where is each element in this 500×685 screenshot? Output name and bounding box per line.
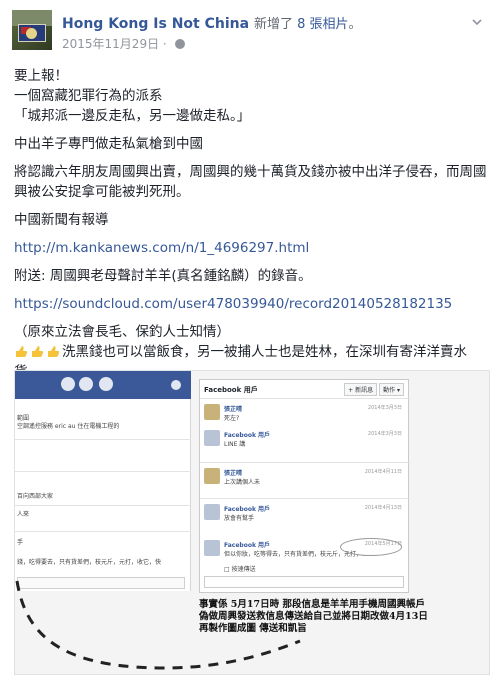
date-separator: ·: [162, 37, 167, 51]
left-row: 百向西部大家: [17, 493, 54, 500]
avatar: [204, 404, 220, 420]
avatar: [204, 468, 220, 484]
news-link[interactable]: http://m.kankanews.com/n/1_4696297.html: [14, 238, 488, 258]
page-avatar[interactable]: [12, 10, 52, 50]
chat-message: Facebook 用戶 放會有幫手 2014年4月13日: [204, 504, 404, 524]
dashed-arrow: [15, 580, 301, 670]
text-line: 「城邦派一邊反走私，另一邊做走私。」: [14, 108, 251, 124]
left-row: 手: [17, 539, 24, 546]
text-line: 一個窩藏犯罪行為的派系: [14, 88, 163, 104]
chevron-down-icon[interactable]: [470, 14, 484, 28]
globe-icon: [99, 377, 113, 391]
text-line: 中出羊子專門做走私氣槍到中國: [14, 136, 203, 152]
text-paragraph: 將認識六年朋友周國興出賣，周國興的幾十萬貨及錢亦被中出洋子侵吞，而周國興被公安捉…: [14, 164, 487, 200]
fb-topbar: [15, 371, 191, 399]
post-header: Hong Kong Is Not China 新增了 8 張相片。 2015年1…: [12, 10, 488, 52]
post-meta: 2015年11月29日 ·: [62, 35, 185, 52]
text-line: 附送: 周國興老母聲討羊羊(真名鍾銘麟）的錄音。: [14, 268, 312, 284]
thumbs-up-icon: [30, 344, 44, 358]
friends-icon: [61, 377, 75, 391]
avatar: [204, 430, 220, 446]
thumbs-up-icon: [14, 344, 28, 358]
chat-buttons: + 新訊息 動作 ▾: [342, 383, 404, 396]
photo-count-link[interactable]: 8 張相片: [297, 17, 348, 32]
chat-message: 張芷晴 死左? 2014年3月3日: [204, 404, 404, 424]
screenshot-left: 範圍 空調遙控服務 eric au 住在電機工程的 百向西部大家 人來 手 錢，…: [15, 371, 191, 591]
post-body: 要上報！ 一個窩藏犯罪行為的派系 「城邦派一邊反走私，另一邊做走私。」 中出羊子…: [14, 66, 488, 382]
text-line: 中國新聞有報導: [14, 212, 109, 228]
fb-chat-title: Facebook 用戶: [204, 386, 258, 394]
page-name-link[interactable]: Hong Kong Is Not China: [62, 16, 249, 32]
chat-message: Facebook 用戶 LINE 講 2014年3月3日: [204, 430, 404, 450]
text-line: （原來立法會長毛、保釣人士知情）: [14, 324, 230, 340]
left-row: 空調遙控服務 eric au 住在電機工程的: [17, 423, 120, 430]
post-date[interactable]: 2015年11月29日: [62, 37, 159, 51]
messages-icon: [79, 377, 93, 391]
globe-icon: [174, 39, 185, 49]
screenshot-right: Facebook 用戶 + 新訊息 動作 ▾ 張芷晴 死左? 2014年3月3日 …: [199, 379, 410, 593]
highlight-circle: [340, 538, 402, 556]
left-row: 人來: [17, 511, 30, 518]
post-photo[interactable]: 範圍 空調遙控服務 eric au 住在電機工程的 百向西部大家 人來 手 錢，…: [14, 370, 490, 675]
chat-message: 張芷晴 上次講個人未 2014年4月11日: [204, 468, 404, 488]
text-line: 要上報！: [14, 68, 68, 84]
share-icon: [171, 380, 181, 390]
post-action: 新增了 8 張相片。: [253, 17, 362, 32]
left-row: 錢，吃得要去，只有貨差們，枝元斤，元打，收它，快: [17, 559, 162, 566]
avatar: [204, 540, 220, 556]
new-message-button: + 新訊息: [344, 383, 378, 396]
avatar: [204, 504, 220, 520]
soundcloud-link[interactable]: https://soundcloud.com/user478039940/rec…: [14, 294, 488, 314]
thumbs-up-icon: [46, 344, 60, 358]
page-name-line: Hong Kong Is Not China 新增了 8 張相片。: [62, 13, 362, 32]
actions-button: 動作 ▾: [379, 383, 404, 396]
